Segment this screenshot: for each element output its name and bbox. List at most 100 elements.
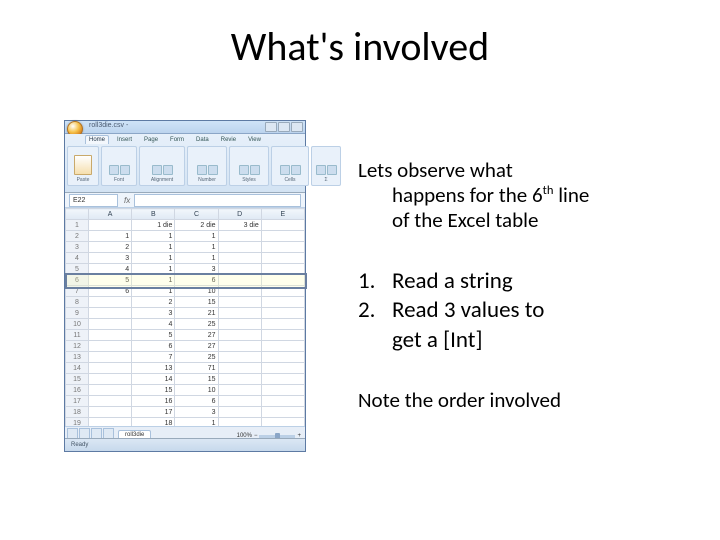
row-header[interactable]: 7 (66, 286, 89, 297)
cell[interactable]: 3 (89, 253, 132, 264)
cell[interactable] (261, 418, 304, 427)
ribbon-icon[interactable] (163, 165, 173, 175)
cell[interactable]: 1 die (132, 220, 175, 231)
row-header[interactable]: 6 (66, 275, 89, 286)
cell[interactable]: 4 (132, 319, 175, 330)
cell[interactable]: 25 (175, 319, 218, 330)
ribbon-icon[interactable] (327, 165, 337, 175)
cell[interactable] (261, 330, 304, 341)
ribbon-tab-page[interactable]: Page (140, 135, 162, 144)
row-header[interactable]: 3 (66, 242, 89, 253)
cell[interactable] (261, 253, 304, 264)
cell[interactable] (261, 264, 304, 275)
cell[interactable] (89, 341, 132, 352)
row-header[interactable]: 10 (66, 319, 89, 330)
cell[interactable]: 1 (132, 264, 175, 275)
ribbon-icon[interactable] (120, 165, 130, 175)
cell[interactable] (218, 363, 261, 374)
cell[interactable] (261, 242, 304, 253)
ribbon-icon[interactable] (239, 165, 249, 175)
cell[interactable] (89, 297, 132, 308)
ribbon-icon[interactable] (109, 165, 119, 175)
cell[interactable]: 1 (89, 231, 132, 242)
cell[interactable]: 6 (175, 396, 218, 407)
cell[interactable] (261, 297, 304, 308)
ribbon-group-styles[interactable]: Styles (229, 146, 269, 186)
cell[interactable] (218, 297, 261, 308)
ribbon-group-font[interactable]: Font (101, 146, 137, 186)
cell[interactable] (261, 341, 304, 352)
cell[interactable]: 15 (132, 385, 175, 396)
row-header[interactable]: 4 (66, 253, 89, 264)
cell[interactable] (261, 275, 304, 286)
cell[interactable]: 1 (132, 242, 175, 253)
minimize-icon[interactable] (265, 122, 277, 132)
cell[interactable]: 1 (175, 231, 218, 242)
cell[interactable]: 21 (175, 308, 218, 319)
ribbon-icon[interactable] (280, 165, 290, 175)
col-header-E[interactable]: E (261, 209, 304, 220)
cell[interactable] (218, 308, 261, 319)
cell[interactable]: 1 (175, 242, 218, 253)
formula-bar[interactable] (134, 194, 301, 207)
cell[interactable] (218, 385, 261, 396)
cell[interactable] (89, 374, 132, 385)
cell[interactable]: 14 (132, 374, 175, 385)
cell[interactable]: 3 (175, 407, 218, 418)
row-header[interactable]: 5 (66, 264, 89, 275)
cell[interactable]: 15 (175, 374, 218, 385)
ribbon-icon[interactable] (250, 165, 260, 175)
cell[interactable] (89, 396, 132, 407)
ribbon-group-alignment[interactable]: Alignment (139, 146, 185, 186)
ribbon-tab-insert[interactable]: Insert (113, 135, 136, 144)
row-header[interactable]: 18 (66, 407, 89, 418)
col-header-C[interactable]: C (175, 209, 218, 220)
cell[interactable] (218, 352, 261, 363)
row-header[interactable]: 2 (66, 231, 89, 242)
cell[interactable] (218, 264, 261, 275)
row-header[interactable]: 1 (66, 220, 89, 231)
excel-table[interactable]: ABCDE11 die2 die3 die2111321143115413651… (65, 208, 305, 426)
cell[interactable] (261, 352, 304, 363)
cell[interactable]: 5 (89, 275, 132, 286)
cell[interactable] (218, 242, 261, 253)
cell[interactable] (218, 418, 261, 427)
cell[interactable] (89, 330, 132, 341)
col-header-A[interactable]: A (89, 209, 132, 220)
ribbon-tab-view[interactable]: View (244, 135, 265, 144)
cell[interactable] (89, 319, 132, 330)
cell[interactable]: 3 die (218, 220, 261, 231)
row-header[interactable]: 9 (66, 308, 89, 319)
cell[interactable] (218, 341, 261, 352)
cell[interactable] (261, 396, 304, 407)
ribbon-group-number[interactable]: Number (187, 146, 227, 186)
row-header[interactable]: 8 (66, 297, 89, 308)
cell[interactable]: 1 (132, 286, 175, 297)
cell[interactable]: 16 (132, 396, 175, 407)
ribbon-tab-data[interactable]: Data (192, 135, 213, 144)
ribbon-tab-home[interactable]: Home (85, 135, 109, 144)
ribbon-icon[interactable] (208, 165, 218, 175)
row-header[interactable]: 17 (66, 396, 89, 407)
ribbon-icon[interactable] (152, 165, 162, 175)
ribbon-group-σ[interactable]: Σ (311, 146, 341, 186)
cell[interactable]: 1 (175, 418, 218, 427)
fx-icon[interactable]: fx (124, 196, 130, 205)
cell[interactable] (218, 330, 261, 341)
ribbon-group-paste[interactable]: Paste (67, 146, 99, 186)
row-header[interactable]: 13 (66, 352, 89, 363)
cell[interactable] (218, 374, 261, 385)
ribbon-icon[interactable] (291, 165, 301, 175)
cell[interactable]: 4 (89, 264, 132, 275)
cell[interactable] (218, 253, 261, 264)
cell[interactable] (261, 220, 304, 231)
ribbon-icon[interactable] (316, 165, 326, 175)
cell[interactable]: 2 (132, 297, 175, 308)
row-header[interactable]: 14 (66, 363, 89, 374)
cell[interactable]: 6 (89, 286, 132, 297)
cell[interactable]: 2 (89, 242, 132, 253)
cell[interactable] (261, 385, 304, 396)
cell[interactable]: 25 (175, 352, 218, 363)
ribbon-group-cells[interactable]: Cells (271, 146, 309, 186)
row-header[interactable]: 19 (66, 418, 89, 427)
